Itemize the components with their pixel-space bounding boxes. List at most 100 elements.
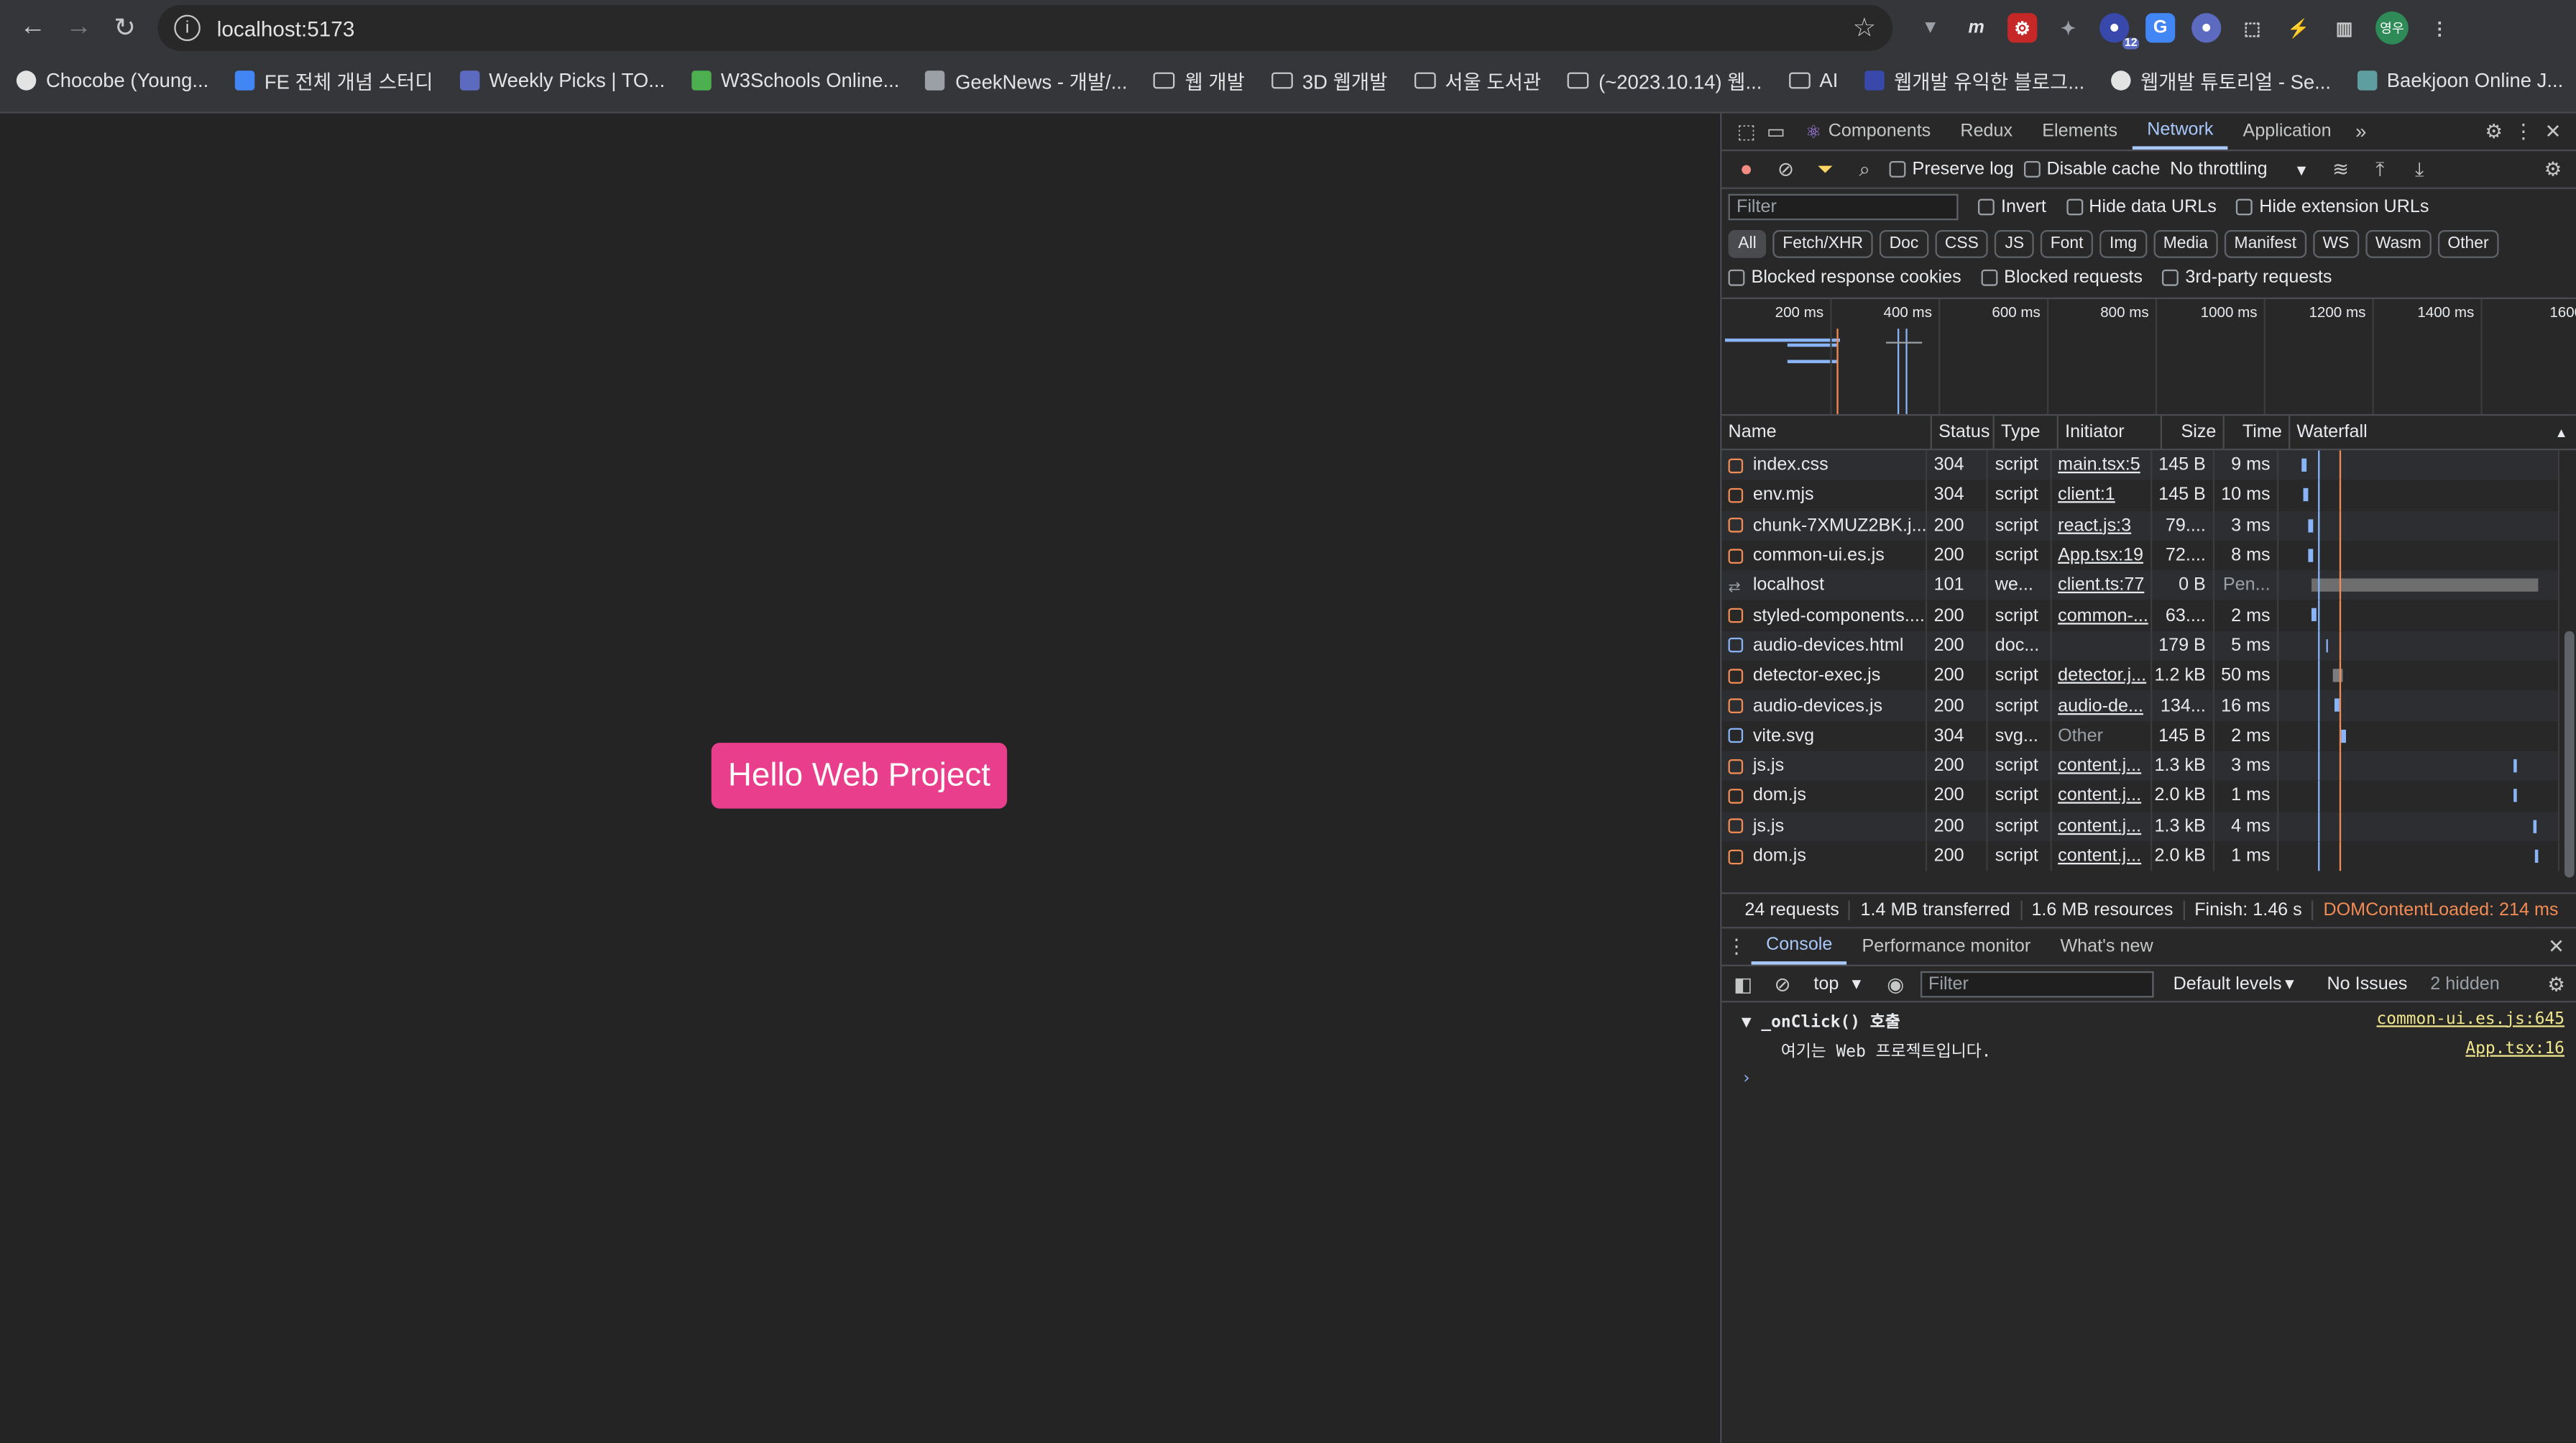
table-row[interactable]: index.css 304 script main.tsx:5 145 B 9 ms [1721,450,2560,481]
table-row[interactable]: audio-devices.html 200 doc... 179 B 5 ms [1721,631,2560,661]
close-devtools-icon[interactable]: ✕ [2538,120,2567,143]
cell-initiator[interactable]: Other [2051,720,2153,751]
column-header-status[interactable]: Status [1932,416,1995,449]
table-row[interactable]: ⇄ localhost 101 we... client.ts:77 0 B Pen... [1721,570,2560,601]
cell-initiator[interactable]: client.ts:77 [2051,570,2153,601]
cell-initiator[interactable]: App.tsx:19 [2051,540,2153,571]
device-toolbar-icon[interactable]: ▭ [1761,120,1790,143]
bookmark-item[interactable]: 웹개발 튜토리얼 - Se... [2110,67,2331,95]
gray-extension-icon[interactable]: ✦ [2053,13,2083,42]
bookmark-item[interactable]: GeekNews - 개발/... [925,67,1128,95]
vue-extension-icon[interactable]: ▼ [1915,13,1945,42]
site-info-icon[interactable]: i [174,14,201,42]
table-row[interactable]: js.js 200 script content.j... 1.3 kB 4 ms [1721,811,2560,841]
table-row[interactable]: vite.svg 304 svg... Other 145 B 2 ms [1721,720,2560,751]
drawer-menu-icon[interactable]: ⋮ [1721,935,1751,958]
cell-initiator[interactable]: content.j... [2051,811,2153,841]
cell-initiator[interactable]: content.j... [2051,840,2153,871]
cell-initiator[interactable]: common-... [2051,600,2153,631]
column-header-size[interactable]: Size [2162,416,2225,449]
cell-initiator[interactable]: detector.j... [2051,661,2153,691]
type-filter-all[interactable]: All [1728,229,1767,257]
puzzle-extensions-icon[interactable]: ⬚ [2237,13,2267,42]
column-header-initiator[interactable]: Initiator [2058,416,2162,449]
cell-initiator[interactable]: content.j... [2051,751,2153,782]
type-filter-img[interactable]: Img [2099,229,2147,257]
reload-icon[interactable]: ↻ [102,5,148,51]
hide-data-urls-checkbox[interactable]: Hide data URLs [2066,197,2217,217]
bookmark-item[interactable]: 웹개발 유익한 블로그... [1864,67,2084,95]
table-row[interactable]: dom.js 200 script content.j... 2.0 kB 1 ms [1721,840,2560,871]
tab-elements[interactable]: Elements [2028,114,2133,150]
type-filter-ws[interactable]: WS [2312,229,2360,257]
tab-network[interactable]: Network [2132,114,2228,150]
invert-checkbox[interactable]: Invert [1977,197,2046,217]
table-row[interactable]: dom.js 200 script content.j... 2.0 kB 1 ms [1721,781,2560,812]
column-header-waterfall[interactable]: Waterfall ▲ [2290,416,2576,449]
import-har-icon[interactable]: ⤒ [2365,157,2395,181]
sidebar-toggle-icon[interactable]: ◧ [1729,972,1758,995]
type-filter-media[interactable]: Media [2153,229,2218,257]
tab-redux[interactable]: Redux [1946,114,2028,150]
tab-console[interactable]: Console [1751,928,1847,965]
tab-application[interactable]: Application [2228,114,2346,150]
tab-performance-monitor[interactable]: Performance monitor [1847,928,2046,964]
column-header-type[interactable]: Type [1995,416,2058,449]
table-row[interactable]: env.mjs 304 script client:1 145 B 10 ms [1721,480,2560,510]
bookmark-item[interactable]: AI [1788,69,1838,92]
cell-initiator[interactable] [2051,631,2153,661]
bookmark-item[interactable]: Chocobe (Young... [16,69,208,92]
cell-initiator[interactable]: main.tsx:5 [2051,450,2153,481]
menu-kebab-icon[interactable]: ⋮ [2425,13,2455,42]
blocked-cookies-checkbox[interactable]: Blocked response cookies [1728,268,1961,288]
bookmark-star-icon[interactable]: ☆ [1852,12,1876,45]
red-extension-icon[interactable]: ⚙ [2007,13,2038,43]
type-filter-other[interactable]: Other [2437,229,2499,257]
export-har-icon[interactable]: ⤓ [2405,157,2434,181]
bookmark-item[interactable]: 3D 웹개발 [1271,67,1387,95]
console-source-link[interactable]: common-ui.es.js:645 [2377,1010,2564,1028]
bookmark-item[interactable]: Baekjoon Online J... [2357,69,2563,92]
context-select[interactable]: top ▾ [1813,973,1861,994]
blue-orb-extension-icon[interactable]: ● [2191,13,2222,43]
type-filter-doc[interactable]: Doc [1879,229,1929,257]
table-row[interactable]: detector-exec.js 200 script detector.j... 1.… [1721,661,2560,691]
filter-funnel-icon[interactable]: ⏷ [1811,157,1840,181]
third-party-checkbox[interactable]: 3rd-party requests [2162,268,2332,288]
bookmark-item[interactable]: (~2023.10.14) 웹... [1567,67,1762,95]
clear-console-icon[interactable]: ⊘ [1767,972,1797,995]
cell-initiator[interactable]: audio-de... [2051,690,2153,721]
search-icon[interactable]: ⌕ [1850,157,1880,181]
issues-indicator[interactable]: No Issues [2327,974,2407,993]
tab-components[interactable]: ⚛ Components [1790,114,1945,150]
preserve-log-checkbox[interactable]: Preserve log [1889,160,2014,179]
type-filter-js[interactable]: JS [1995,229,2034,257]
type-filter-font[interactable]: Font [2040,229,2094,257]
type-filter-manifest[interactable]: Manifest [2224,229,2306,257]
bookmark-item[interactable]: 서울 도서관 [1413,67,1541,95]
side-panel-icon[interactable]: ▥ [2329,13,2359,42]
type-filter-fetchxhr[interactable]: Fetch/XHR [1772,229,1873,257]
profile-avatar[interactable]: 영우 [2375,11,2409,45]
hide-extension-urls-checkbox[interactable]: Hide extension URLs [2236,197,2429,217]
column-header-time[interactable]: Time [2225,416,2291,449]
inspect-element-icon[interactable]: ⬚ [1731,120,1761,143]
network-overview-timeline[interactable]: 200 ms 400 ms 600 ms 800 ms 1000 ms 1200 ms 14… [1721,297,2576,416]
more-tabs-icon[interactable]: » [2346,120,2375,143]
console-filter-input[interactable]: Filter [1920,970,2154,997]
throttling-select[interactable]: No throttling ▾ [2170,159,2306,180]
table-row[interactable]: js.js 200 script content.j... 1.3 kB 3 ms [1721,751,2560,782]
console-log-entry[interactable]: 여기는 Web 프로젝트입니다. App.tsx:16 [1721,1034,2576,1063]
network-conditions-icon[interactable]: ≋ [2326,157,2355,180]
console-group-header[interactable]: ▼ _onClick() 호출 common-ui.es.js:645 [1721,1004,2576,1034]
network-settings-icon[interactable]: ⚙ [2538,157,2567,180]
cell-initiator[interactable]: content.j... [2051,781,2153,812]
blocked-requests-checkbox[interactable]: Blocked requests [1981,268,2143,288]
clear-icon[interactable]: ⊘ [1771,157,1800,180]
cell-initiator[interactable]: client:1 [2051,480,2153,510]
log-levels-select[interactable]: Default levels ▾ [2174,973,2294,994]
address-bar[interactable]: i localhost:5173 ☆ [157,4,1893,51]
network-filter-input[interactable]: Filter [1728,193,1959,221]
console-prompt[interactable]: › [1721,1063,2576,1093]
performance-icon[interactable]: ⚡ [2283,13,2313,42]
